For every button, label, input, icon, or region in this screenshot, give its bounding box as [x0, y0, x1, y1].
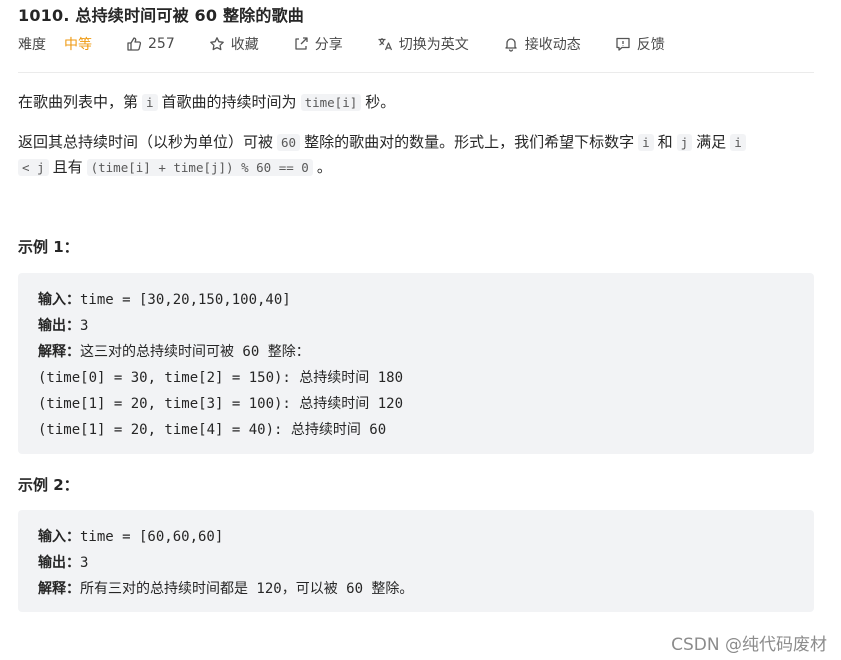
text: 和 — [657, 133, 673, 151]
text: 在歌曲列表中，第 — [18, 93, 139, 111]
text: 返回其总持续时间（以秒为单位）可被 — [18, 133, 274, 151]
share-icon — [295, 37, 308, 50]
description-paragraph-1: 在歌曲列表中，第 i 首歌曲的持续时间为 time[i] 秒。 — [18, 90, 395, 115]
watermark-text: CSDN @纯代码废材 — [671, 635, 827, 655]
like-button[interactable]: 257 — [126, 36, 175, 52]
feedback-button[interactable]: 反馈 — [615, 34, 665, 54]
explain-label: 解释： — [38, 344, 80, 360]
inline-code: 60 — [277, 134, 301, 151]
example-input-line: 输入：time = [60,60,60] — [38, 524, 794, 550]
input-label: 输入： — [38, 529, 80, 545]
example-detail-line: (time[0] = 30, time[2] = 150): 总持续时间 180 — [38, 370, 404, 386]
switch-language-label: 切换为英文 — [398, 37, 469, 53]
text: 首歌曲的持续时间为 — [161, 93, 297, 111]
difficulty-value: 中等 — [64, 37, 92, 53]
example-detail-line: (time[1] = 20, time[4] = 40): 总持续时间 60 — [38, 422, 387, 438]
example-explain-line: 解释：所有三对的总持续时间都是 120，可以被 60 整除。 — [38, 576, 794, 602]
favorite-label: 收藏 — [230, 37, 259, 53]
bell-icon — [505, 38, 517, 52]
favorite-button[interactable]: 收藏 — [209, 34, 259, 54]
example-2-block: 输入：time = [60,60,60] 输出：3 解释：所有三对的总持续时间都… — [18, 510, 814, 612]
text: 且有 — [52, 158, 83, 176]
text: 整除的歌曲对的数量。形式上，我们希望下标数字 — [304, 133, 635, 151]
inline-code: (time[i] + time[j]) % 60 == 0 — [86, 159, 313, 176]
example-2-title: 示例 2： — [18, 476, 79, 494]
translate-icon — [378, 38, 392, 51]
problem-title: 1010. 总持续时间可被 60 整除的歌曲 — [18, 6, 304, 25]
difficulty-label: 难度 — [18, 37, 46, 53]
inline-code: < j — [18, 159, 49, 176]
inline-code: i — [638, 134, 654, 151]
divider — [18, 72, 814, 73]
text: 。 — [316, 158, 332, 176]
input-label: 输入： — [38, 292, 80, 308]
example-input-line: 输入：time = [30,20,150,100,40] — [38, 287, 794, 313]
example-1-title: 示例 1： — [18, 238, 79, 256]
text: 秒。 — [365, 93, 396, 111]
problem-meta-bar: 难度 中等 257 收藏 分享 切换为英文 接收动态 反馈 — [18, 34, 699, 54]
output-value: 3 — [80, 555, 89, 571]
example-detail-line: (time[1] = 20, time[3] = 100): 总持续时间 120 — [38, 396, 404, 412]
input-value: time = [30,20,150,100,40] — [80, 292, 291, 308]
inline-code: i — [730, 134, 746, 151]
star-icon — [209, 37, 224, 51]
output-label: 输出： — [38, 555, 80, 571]
explain-label: 解释： — [38, 581, 80, 597]
switch-language-button[interactable]: 切换为英文 — [377, 34, 469, 54]
example-explain-line: 解释：这三对的总持续时间可被 60 整除： — [38, 339, 794, 365]
feedback-label: 反馈 — [636, 37, 665, 53]
share-button[interactable]: 分享 — [293, 34, 343, 54]
share-label: 分享 — [314, 37, 343, 53]
thumbs-up-icon — [127, 37, 142, 51]
text: 满足 — [696, 133, 727, 151]
subscribe-button[interactable]: 接收动态 — [503, 34, 581, 54]
description-paragraph-2: 返回其总持续时间（以秒为单位）可被 60 整除的歌曲对的数量。形式上，我们希望下标数… — [18, 130, 818, 180]
inline-code: time[i] — [300, 94, 362, 111]
output-label: 输出： — [38, 318, 80, 334]
explain-value: 所有三对的总持续时间都是 120，可以被 60 整除。 — [80, 581, 414, 597]
like-count: 257 — [148, 36, 175, 52]
example-1-block: 输入：time = [30,20,150,100,40] 输出：3 解释：这三对… — [18, 273, 814, 454]
example-output-line: 输出：3 — [38, 550, 794, 576]
feedback-icon — [616, 37, 630, 51]
explain-value: 这三对的总持续时间可被 60 整除： — [80, 344, 310, 360]
subscribe-label: 接收动态 — [524, 37, 581, 53]
output-value: 3 — [80, 318, 89, 334]
inline-code: i — [142, 94, 158, 111]
inline-code: j — [676, 134, 693, 151]
input-value: time = [60,60,60] — [80, 529, 224, 545]
example-output-line: 输出：3 — [38, 313, 794, 339]
